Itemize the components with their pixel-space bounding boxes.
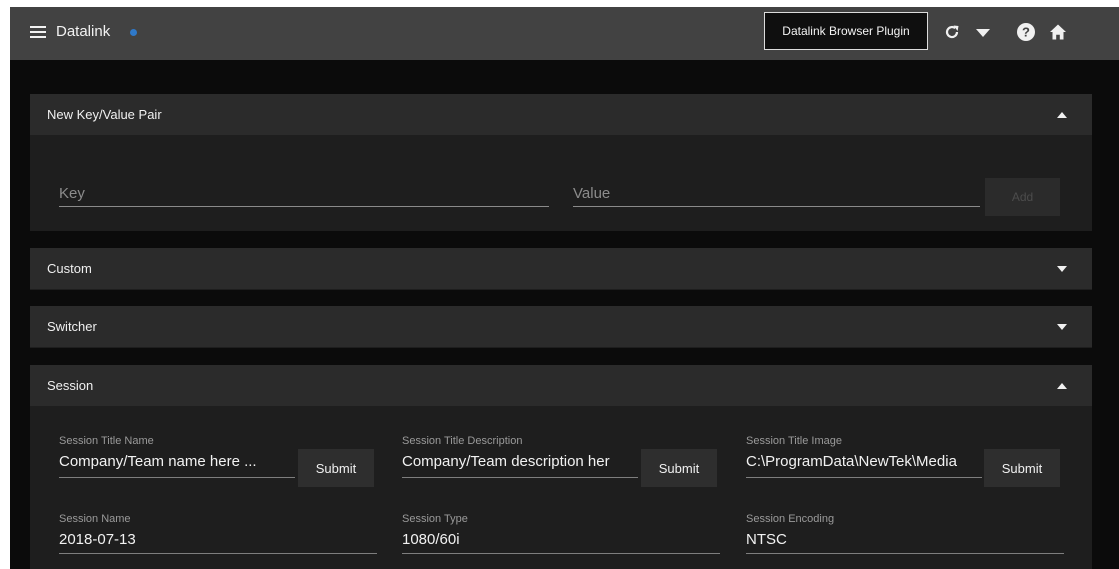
session-title-name-underline: [59, 477, 295, 478]
session-header[interactable]: Session: [30, 365, 1092, 406]
add-button[interactable]: Add: [985, 178, 1060, 216]
session-title-name-value[interactable]: Company/Team name here ...: [59, 453, 295, 470]
session-encoding-value[interactable]: NTSC: [746, 531, 1064, 548]
key-input[interactable]: [59, 180, 549, 207]
refresh-icon[interactable]: [940, 19, 964, 45]
datalink-browser-plugin-button[interactable]: Datalink Browser Plugin: [764, 12, 928, 50]
collapse-caret-icon[interactable]: [1057, 112, 1067, 118]
session-title-image-submit-button[interactable]: Submit: [984, 449, 1060, 487]
switcher-header[interactable]: Switcher: [30, 306, 1092, 347]
panel-title: Switcher: [47, 319, 97, 334]
session-title-description-submit-button[interactable]: Submit: [641, 449, 717, 487]
session-title-image-underline: [746, 477, 982, 478]
app-title: Datalink: [56, 23, 111, 40]
session-title-image-label: Session Title Image: [746, 435, 842, 447]
session-name-value[interactable]: 2018-07-13: [59, 531, 377, 548]
session-encoding-underline: [746, 553, 1064, 554]
session-title-description-label: Session Title Description: [402, 435, 523, 447]
expand-caret-icon[interactable]: [1057, 266, 1067, 272]
value-input[interactable]: [573, 180, 980, 207]
session-type-value[interactable]: 1080/60i: [402, 531, 720, 548]
top-bar: Datalink Datalink Browser Plugin ?: [10, 7, 1119, 60]
panel-title: Custom: [47, 261, 92, 276]
home-icon[interactable]: [1046, 19, 1070, 45]
session-type-underline: [402, 553, 720, 554]
panel-title: Session: [47, 378, 94, 393]
app-window: Datalink Datalink Browser Plugin ? New K…: [10, 7, 1119, 569]
session-title-name-label: Session Title Name: [59, 435, 154, 447]
collapse-caret-icon[interactable]: [1057, 383, 1067, 389]
session-type-label: Session Type: [402, 513, 468, 525]
custom-header[interactable]: Custom: [30, 248, 1092, 289]
help-icon[interactable]: ?: [1014, 19, 1038, 45]
custom-panel: Custom: [30, 248, 1092, 290]
key-field[interactable]: [59, 180, 549, 207]
expand-caret-icon[interactable]: [1057, 324, 1067, 330]
switcher-panel: Switcher: [30, 306, 1092, 348]
session-panel: Session Session Title Name Company/Team …: [30, 365, 1092, 569]
new-key-value-pair-header[interactable]: New Key/Value Pair: [30, 94, 1092, 135]
new-key-value-pair-panel: New Key/Value Pair Add: [30, 94, 1092, 231]
value-field[interactable]: [573, 180, 980, 207]
session-title-description-value[interactable]: Company/Team description her: [402, 453, 638, 470]
status-indicator: [130, 29, 137, 36]
session-title-name-submit-button[interactable]: Submit: [298, 449, 374, 487]
dropdown-caret-icon[interactable]: [971, 19, 995, 45]
svg-text:?: ?: [1022, 25, 1030, 40]
panel-title: New Key/Value Pair: [47, 107, 162, 122]
session-name-label: Session Name: [59, 513, 131, 525]
session-encoding-label: Session Encoding: [746, 513, 835, 525]
hamburger-menu-icon[interactable]: [30, 24, 48, 42]
session-title-image-value[interactable]: C:\ProgramData\NewTek\Media: [746, 453, 982, 470]
session-title-description-underline: [402, 477, 638, 478]
session-name-underline: [59, 553, 377, 554]
